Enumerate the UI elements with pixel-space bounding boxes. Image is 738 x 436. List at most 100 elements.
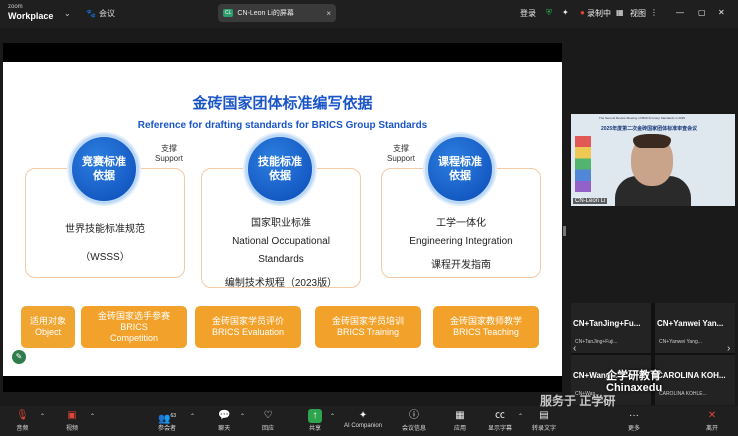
chevron-up-icon[interactable]: ⌃ — [330, 413, 335, 420]
meeting-info-icon: ⓘ — [409, 410, 419, 421]
leave-button[interactable]: ✕ 离开 — [706, 409, 718, 432]
participants-button[interactable]: 👥63 参会者 — [158, 409, 176, 432]
chevron-up-icon[interactable]: ⌃ — [190, 413, 195, 420]
circle-competition: 竞赛标准 依据 — [69, 134, 139, 204]
audio-button[interactable]: 🎙 音频 — [16, 409, 29, 432]
col2-line3: Standards — [258, 254, 304, 265]
grid-icon: ▦ — [616, 8, 624, 17]
chevron-up-icon[interactable]: ⌃ — [518, 413, 523, 420]
support1-en: Support — [155, 154, 184, 163]
view-button[interactable]: 视图 — [630, 8, 646, 19]
meeting-info-label: 会议信息 — [402, 426, 427, 432]
window-close-icon[interactable]: ✕ — [718, 8, 725, 17]
chevron-up-icon[interactable]: ⌃ — [90, 413, 95, 420]
captions-label: 显示字幕 — [488, 426, 513, 432]
top-bar: zoom Workplace ⌄ 🐾 会议 CL CN-Leon Li的屏幕 ×… — [0, 0, 738, 28]
col3-line1: 工学一体化 — [436, 218, 486, 229]
meeting-info-button[interactable]: ⓘ 会议信息 — [402, 409, 426, 432]
chat-button[interactable]: 💬 聊天 — [218, 409, 230, 432]
participants-label: 参会者 — [158, 426, 177, 432]
participant-subname: CN+Yanwei Yang... — [659, 339, 702, 345]
leave-label: 离开 — [706, 426, 719, 432]
chevron-up-icon[interactable]: ⌃ — [40, 413, 45, 420]
circle1-label: 竞赛标准 依据 — [82, 155, 126, 182]
teaching-button: 金砖国家教师教学 BRICS Teaching — [433, 306, 539, 348]
circle3-label: 课程标准 依据 — [438, 155, 482, 182]
slide-subtitle: Reference for drafting standards for BRI… — [137, 120, 428, 131]
video-off-icon: ▣ — [67, 410, 77, 421]
btn0-cn: 适用对象 — [29, 316, 66, 326]
close-icon[interactable]: × — [326, 9, 331, 18]
btn1-cn: 金砖国家选手参赛 — [97, 310, 170, 321]
record-dot-icon: ● — [580, 8, 585, 17]
transcript-button[interactable]: ▤ 转录文字 — [532, 409, 556, 432]
participant-subname: CAROLINA KOHLE... — [659, 391, 707, 397]
ai-companion-icon: ✦ — [358, 410, 368, 421]
participant-subname: CN+TanJing+Fuji... — [575, 339, 618, 345]
participants-icon: 👥63 — [158, 413, 177, 425]
more-icon[interactable]: ⋮ — [650, 8, 658, 17]
support-label-1: 支撑 Support — [155, 144, 183, 164]
audio-label: 音频 — [16, 426, 29, 432]
col2-line1: 国家职业标准 — [251, 218, 311, 229]
share-label: 共享 — [308, 426, 321, 432]
slide: 金砖国家团体标准编写依据 Reference for drafting stan… — [3, 62, 562, 376]
col2-line2: National Occupational — [232, 236, 330, 247]
sparkle-icon[interactable]: ✦ — [562, 8, 569, 17]
col1-line2: （WSSS） — [80, 252, 130, 263]
chat-icon: 💬 — [218, 410, 231, 421]
share-tab[interactable]: CL CN-Leon Li的屏幕 × — [218, 4, 336, 22]
more-button[interactable]: ··· 更多 — [628, 409, 640, 432]
chevron-right-icon[interactable]: › — [727, 343, 730, 354]
recording-label[interactable]: 录制中 — [587, 8, 611, 19]
evaluation-button: 金砖国家学员评价 BRICS Evaluation — [195, 306, 301, 348]
watermark-text: 服务于 正学研 — [540, 394, 616, 408]
video-header1: The Second Review Meeting of BRICS Group… — [599, 116, 686, 120]
share-tab-badge: CL — [223, 9, 234, 17]
apps-button[interactable]: ▦ 应用 — [454, 409, 466, 432]
circle2-label: 技能标准 依据 — [258, 155, 302, 182]
participant-tile[interactable]: CAROLINA KOH... CAROLINA KOHLE... — [655, 355, 735, 405]
meeting-label: 会议 — [98, 9, 115, 18]
share-button[interactable]: ↑ 共享 — [308, 409, 322, 432]
btn2-en: BRICS Evaluation — [211, 327, 285, 337]
support2-cn: 支撑 — [393, 144, 410, 153]
video-header2: 2025年度第二次金砖国家团体标准审查会议 — [601, 126, 698, 132]
participant-name: CN+TanJing+Fu... — [573, 319, 641, 328]
chevron-down-icon[interactable]: ⌄ — [64, 9, 71, 18]
leave-icon: ✕ — [707, 410, 717, 421]
login-button[interactable]: 登录 — [520, 8, 536, 19]
chevron-left-icon[interactable]: ‹ — [573, 343, 576, 354]
speaker-video[interactable]: The Second Review Meeting of BRICS Group… — [571, 114, 735, 206]
react-button[interactable]: ♡ 回应 — [262, 409, 274, 432]
maximize-icon[interactable]: ▢ — [698, 8, 706, 17]
participant-tile[interactable]: CN+Yanwei Yan... CN+Yanwei Yang... — [655, 303, 735, 353]
panel-resize-handle[interactable] — [563, 226, 566, 236]
ai-companion-label: AI Companion — [344, 423, 383, 429]
minimize-icon[interactable]: — — [676, 8, 684, 17]
video-button[interactable]: ▣ 视频 — [66, 409, 78, 432]
brics-banner — [575, 136, 591, 192]
annotate-icon[interactable]: ✎ — [12, 350, 26, 364]
brand-line2: Workplace — [8, 11, 54, 21]
btn1-en: BRICS — [120, 321, 148, 332]
more-icon: ··· — [629, 410, 639, 421]
shield-icon[interactable]: ⛨ — [546, 8, 552, 18]
competition-button: 金砖国家选手参赛 BRICS Competition — [81, 306, 187, 348]
participants-count: 63 — [170, 413, 177, 419]
captions-button[interactable]: ㏄显示字幕 — [488, 409, 512, 432]
btn3-cn: 金砖国家学员培训 — [331, 316, 404, 326]
transcript-label: 转录文字 — [532, 426, 557, 432]
participant-name: CAROLINA KOH... — [657, 371, 726, 380]
apps-icon: ▦ — [455, 410, 465, 421]
chevron-up-icon[interactable]: ⌃ — [240, 413, 245, 420]
watermark-logo: 企学研教育 Chinaxedu — [606, 370, 662, 394]
meeting-menu[interactable]: 🐾 会议 — [86, 8, 115, 19]
translate-icon: ▤ — [539, 410, 549, 421]
person-hair — [633, 134, 671, 148]
captions-icon: ㏄ — [495, 410, 505, 421]
ai-companion-button[interactable]: ✦ AI Companion — [344, 409, 382, 429]
react-icon: ♡ — [263, 410, 273, 421]
support1-cn: 支撑 — [161, 144, 178, 153]
participant-tile[interactable]: CN+TanJing+Fu... CN+TanJing+Fuji... — [571, 303, 651, 353]
